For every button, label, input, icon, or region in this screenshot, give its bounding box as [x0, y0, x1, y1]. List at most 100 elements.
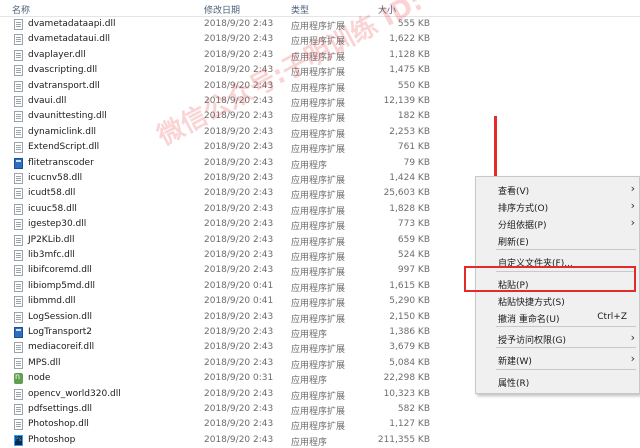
file-date: 2018/9/20 2:43 [204, 250, 274, 260]
file-name: libifcoremd.dll [28, 265, 92, 276]
file-row[interactable]: dvaunittesting.dll 2018/9/20 2:43 应用程序扩展 18… [0, 109, 440, 124]
menu-item[interactable]: 粘贴(P) [476, 275, 639, 292]
file-date: 2018/9/20 2:43 [204, 357, 274, 368]
file-row[interactable]: dvaui.dll 2018/9/20 2:43 应用程序扩展 12,139 KB [0, 94, 440, 109]
file-row[interactable]: libiomp5md.dll 2018/9/20 0:41 应用程序扩展 1,615 … [0, 279, 440, 294]
file-type: 应用程序扩展 [291, 268, 346, 279]
dll-file-icon [14, 388, 23, 400]
file-name: libiomp5md.dll [28, 280, 95, 291]
file-type: 应用程序 [291, 330, 328, 340]
file-name: dvaunittesting.dll [28, 111, 107, 122]
file-name: dvatransport.dll [28, 80, 100, 91]
file-row[interactable]: MPS.dll 2018/9/20 2:43 应用程序扩展 5,084 KB [0, 356, 440, 371]
menu-item[interactable]: 属性(R) [476, 373, 639, 390]
file-date: 2018/9/20 2:43 [204, 126, 274, 137]
dll-file-icon [14, 80, 23, 92]
menu-item[interactable]: 自定义文件夹(F)... [476, 253, 639, 270]
file-date: 2018/9/20 2:43 [204, 188, 274, 199]
file-row[interactable]: dynamiclink.dll 2018/9/20 2:43 应用程序扩展 2,253… [0, 125, 440, 140]
menu-item[interactable]: 查看(V) › [476, 181, 639, 198]
file-size: 1,475 KB [389, 65, 430, 76]
file-size: 10,323 KB [383, 388, 430, 399]
dll-file-icon [14, 126, 23, 138]
menu-separator [496, 347, 636, 348]
menu-item-label: 自定义文件夹(F)... [498, 259, 573, 269]
column-header-type[interactable]: 类型 [291, 3, 309, 16]
file-size: 211,355 KB [377, 434, 430, 445]
file-date: 2018/9/20 2:43 [204, 96, 274, 106]
file-name: dvametadataui.dll [28, 34, 110, 45]
column-header-date[interactable]: 修改日期 [204, 3, 240, 16]
file-row[interactable]: lib3mfc.dll 2018/9/20 2:43 应用程序扩展 524 KB [0, 248, 440, 263]
dll-file-icon [14, 280, 23, 292]
file-row[interactable]: icuuc58.dll 2018/9/20 2:43 应用程序扩展 1,828 KB [0, 202, 440, 217]
file-date: 2018/9/20 2:43 [204, 342, 274, 353]
column-header-name[interactable]: 名称 [12, 3, 30, 16]
file-size: 5,084 KB [389, 357, 430, 368]
chevron-right-icon: › [630, 331, 635, 344]
file-size: 22,298 KB [383, 373, 430, 384]
file-date: 2018/9/20 2:43 [204, 388, 274, 399]
file-row[interactable]: opencv_world320.dll 2018/9/20 2:43 应用程序扩展 1… [0, 387, 440, 402]
file-name: JP2KLib.dll [28, 234, 75, 245]
menu-item[interactable]: 刷新(E) [476, 232, 639, 249]
file-date: 2018/9/20 2:43 [204, 434, 274, 445]
file-date: 2018/9/20 2:43 [204, 34, 274, 45]
file-row[interactable]: dvatransport.dll 2018/9/20 2:43 应用程序扩展 550 … [0, 79, 440, 94]
file-type: 应用程序扩展 [291, 360, 346, 371]
file-row[interactable]: dvascripting.dll 2018/9/20 2:43 应用程序扩展 1,47… [0, 63, 440, 78]
file-row[interactable]: flitetranscoder 2018/9/20 2:43 应用程序 79 KB [0, 156, 440, 171]
file-row[interactable]: LogSession.dll 2018/9/20 2:43 应用程序扩展 2,150 … [0, 310, 440, 325]
dll-file-icon [14, 49, 23, 61]
dll-file-icon [14, 19, 23, 30]
file-row[interactable]: node 2018/9/20 0:31 应用程序 22,298 KB [0, 371, 440, 386]
menu-item[interactable]: 授予访问权限(G) › [476, 330, 639, 347]
file-type: 应用程序 [291, 376, 328, 387]
file-size: 25,603 KB [383, 188, 430, 199]
file-name: dvaplayer.dll [28, 49, 86, 60]
menu-item[interactable]: 排序方式(O) › [476, 198, 639, 215]
file-size: 1,828 KB [389, 203, 430, 214]
menu-item[interactable]: 粘贴快捷方式(S) [476, 292, 639, 309]
file-size: 1,127 KB [389, 419, 430, 430]
file-type: 应用程序扩展 [291, 22, 346, 32]
dll-file-icon [14, 342, 23, 354]
file-row[interactable]: mediacoreif.dll 2018/9/20 2:43 应用程序扩展 3,679… [0, 340, 440, 355]
file-row[interactable]: ExtendScript.dll 2018/9/20 2:43 应用程序扩展 761 … [0, 140, 440, 155]
file-row[interactable]: dvametadataapi.dll 2018/9/20 2:43 应用程序扩展 55… [0, 17, 440, 32]
file-row[interactable]: dvametadataui.dll 2018/9/20 2:43 应用程序扩展 1,6… [0, 32, 440, 47]
file-row[interactable]: dvaplayer.dll 2018/9/20 2:43 应用程序扩展 1,128 K… [0, 48, 440, 63]
file-row[interactable]: Photoshop.dll 2018/9/20 2:43 应用程序扩展 1,127 K… [0, 417, 440, 432]
menu-separator [496, 249, 636, 250]
dll-file-icon [14, 250, 23, 261]
file-row[interactable]: icucnv58.dll 2018/9/20 2:43 应用程序扩展 1,424 KB [0, 171, 440, 186]
file-name: LogSession.dll [28, 311, 92, 322]
dll-file-icon [14, 219, 23, 231]
file-date: 2018/9/20 2:43 [204, 265, 274, 276]
file-row[interactable]: LogTransport2 2018/9/20 2:43 应用程序 1,386 KB [0, 325, 440, 340]
file-row[interactable]: icudt58.dll 2018/9/20 2:43 应用程序扩展 25,603 KB [0, 186, 440, 201]
file-type: 应用程序扩展 [291, 314, 346, 325]
column-header-size[interactable]: 大小 [378, 3, 396, 16]
menu-item[interactable]: 分组依据(P) › [476, 215, 639, 232]
menu-separator [496, 369, 636, 370]
menu-item-label: 撤消 重命名(U) [498, 315, 560, 325]
menu-item-label: 粘贴快捷方式(S) [498, 298, 565, 308]
file-size: 524 KB [397, 250, 430, 260]
menu-item-label: 刷新(E) [498, 238, 529, 248]
menu-item[interactable]: 新建(W) › [476, 351, 639, 368]
file-row[interactable]: libmmd.dll 2018/9/20 0:41 应用程序扩展 5,290 KB [0, 294, 440, 309]
dll-file-icon [14, 296, 23, 308]
file-row[interactable]: libifcoremd.dll 2018/9/20 2:43 应用程序扩展 997 K… [0, 263, 440, 278]
menu-item[interactable]: 撤消 重命名(U) Ctrl+Z [476, 309, 639, 326]
menu-item-label: 查看(V) [498, 187, 530, 197]
file-row[interactable]: JP2KLib.dll 2018/9/20 2:43 应用程序扩展 659 KB [0, 233, 440, 248]
file-date: 2018/9/20 2:43 [204, 65, 274, 76]
file-date: 2018/9/20 2:43 [204, 419, 274, 430]
file-row[interactable]: igestep30.dll 2018/9/20 2:43 应用程序扩展 773 KB [0, 217, 440, 232]
file-name: MPS.dll [28, 357, 61, 368]
file-row[interactable]: pdfsettings.dll 2018/9/20 2:43 应用程序扩展 582 K… [0, 402, 440, 417]
file-date: 2018/9/20 2:43 [204, 203, 274, 214]
file-date: 2018/9/20 2:43 [204, 80, 274, 91]
application-icon [14, 157, 23, 169]
